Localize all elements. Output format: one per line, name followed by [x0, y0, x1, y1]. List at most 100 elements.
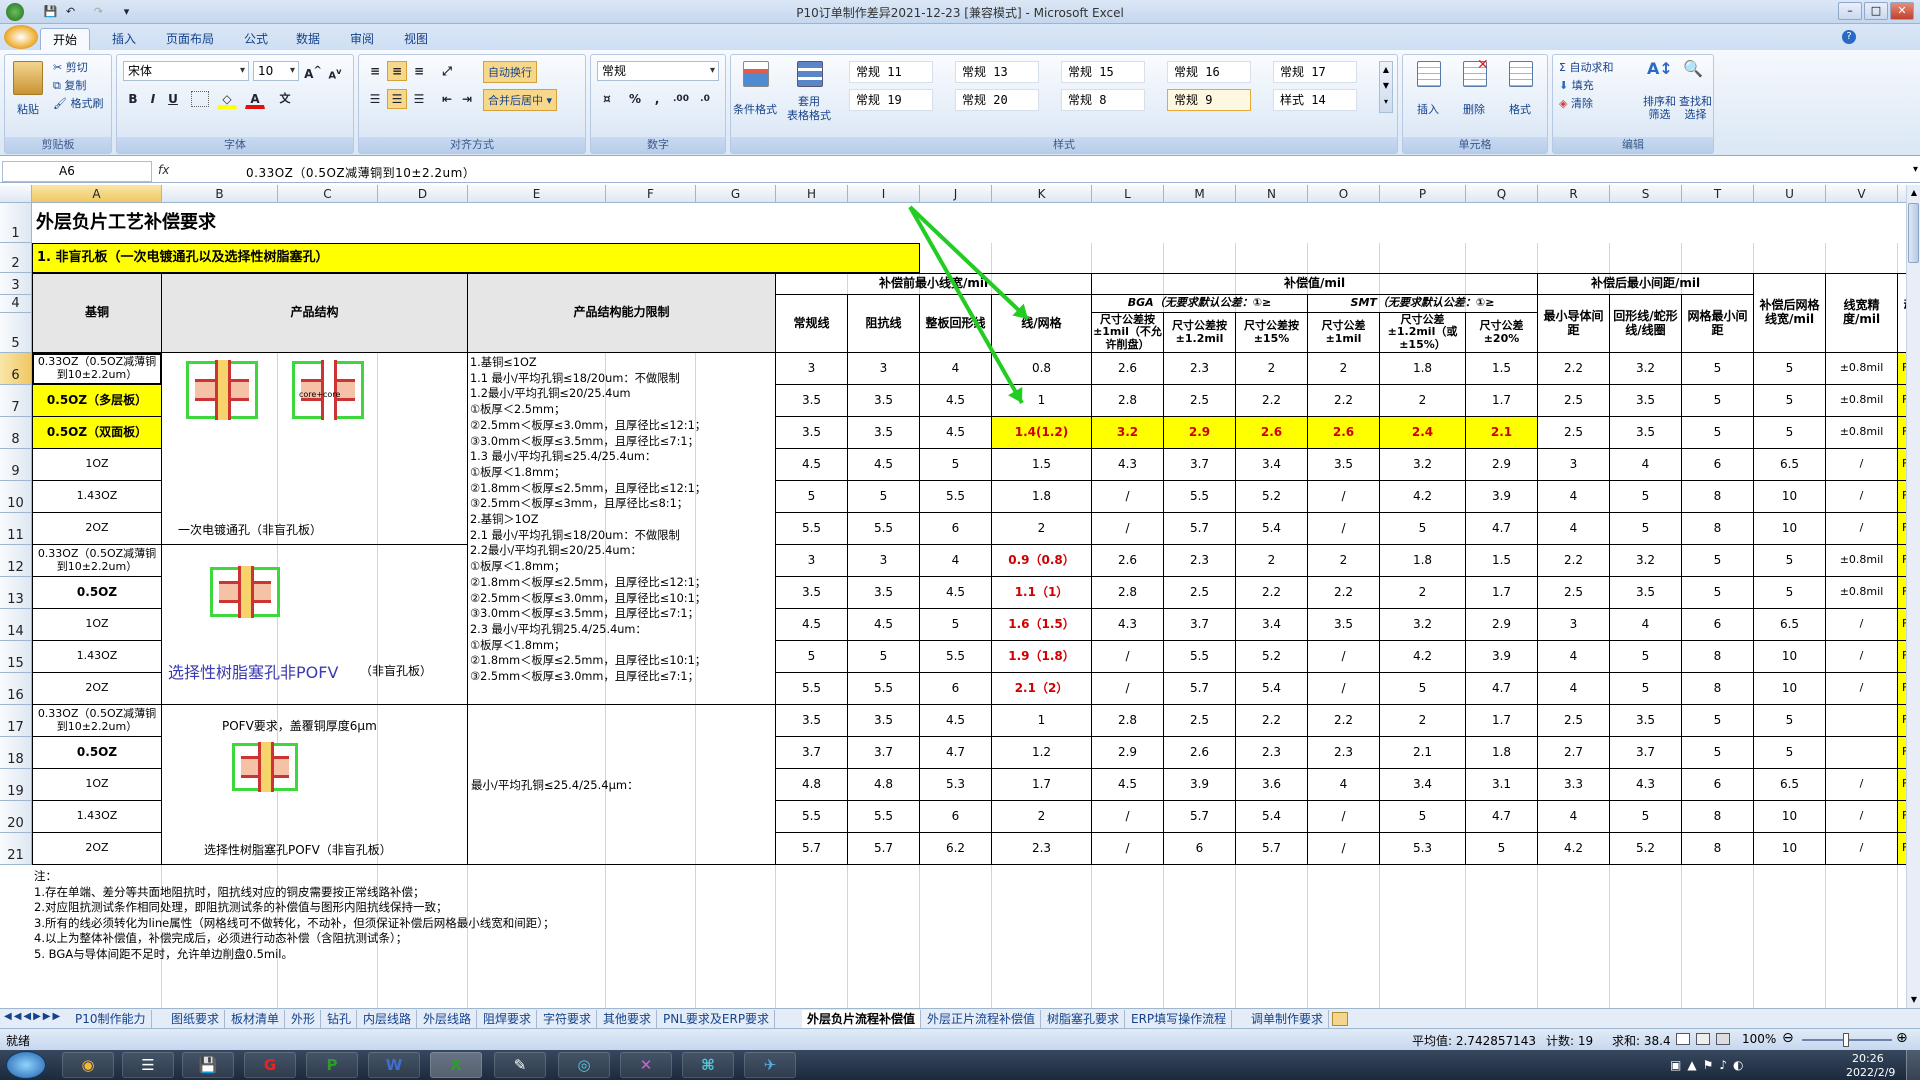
cell-v[interactable]: ±0.8mil: [1826, 577, 1898, 609]
phonetic-icon[interactable]: 文: [275, 89, 295, 109]
cell-r[interactable]: 2.7: [1538, 737, 1610, 769]
column-header[interactable]: J: [920, 185, 992, 203]
cell-m[interactable]: 2.5: [1164, 577, 1236, 609]
cell-m[interactable]: 3.7: [1164, 609, 1236, 641]
page-layout-view-icon[interactable]: [1696, 1033, 1710, 1045]
cell-q[interactable]: 3.1: [1466, 769, 1538, 801]
cell-p[interactable]: 2.1: [1380, 737, 1466, 769]
cell-j[interactable]: 5: [920, 609, 992, 641]
sheet-tab[interactable]: 树脂塞孔要求: [1042, 1010, 1126, 1028]
cell-i[interactable]: 5.5: [848, 801, 920, 833]
cell-t[interactable]: 5: [1682, 705, 1754, 737]
notepad-icon[interactable]: ☰: [122, 1052, 174, 1078]
cell-q[interactable]: 1.5: [1466, 353, 1538, 385]
styles-scroll-icon[interactable]: ▲ ▼ ▾: [1379, 61, 1393, 113]
cell-m[interactable]: 5.5: [1164, 641, 1236, 673]
cell-l[interactable]: 2.8: [1092, 577, 1164, 609]
table-format-icon[interactable]: [797, 61, 823, 87]
cell-v[interactable]: /: [1826, 481, 1898, 513]
row-header[interactable]: 4: [0, 295, 32, 313]
sheet-tab[interactable]: 其他要求: [598, 1010, 658, 1028]
cell-i[interactable]: 3.5: [848, 417, 920, 449]
header-pre-min-line[interactable]: 补偿前最小线宽/mil: [776, 273, 1092, 295]
row-header[interactable]: 16: [0, 673, 32, 705]
cell-m[interactable]: 5.7: [1164, 801, 1236, 833]
cell-o[interactable]: 3.5: [1308, 609, 1380, 641]
cell-o[interactable]: 3.5: [1308, 449, 1380, 481]
row-header[interactable]: 3: [0, 273, 32, 295]
underline-button[interactable]: U: [163, 89, 183, 109]
zoom-out-icon[interactable]: ⊖: [1782, 1030, 1794, 1046]
cell-p[interactable]: 2: [1380, 385, 1466, 417]
cell-u[interactable]: 10: [1754, 833, 1826, 865]
cell-i[interactable]: 3.7: [848, 737, 920, 769]
maximize-button[interactable]: □: [1864, 2, 1888, 20]
cell-t[interactable]: 5: [1682, 737, 1754, 769]
section-heading[interactable]: 1. 非盲孔板（一次电镀通孔以及选择性树脂塞孔）: [32, 243, 920, 273]
cell-n[interactable]: 5.4: [1236, 513, 1308, 545]
borders-icon[interactable]: [191, 91, 209, 107]
row-header[interactable]: 5: [0, 313, 32, 353]
cell-p[interactable]: 5: [1380, 513, 1466, 545]
cell-o[interactable]: /: [1308, 801, 1380, 833]
header-tol-12mil-15[interactable]: 尺寸公差±1.2mil（或±15%）: [1380, 313, 1466, 353]
pen-app-icon[interactable]: ✎: [494, 1052, 546, 1078]
cell-o[interactable]: 2.3: [1308, 737, 1380, 769]
column-header[interactable]: U: [1754, 185, 1826, 203]
cell-j[interactable]: 4.7: [920, 737, 992, 769]
cell-s[interactable]: 3.5: [1610, 385, 1682, 417]
cell-u[interactable]: 6.5: [1754, 609, 1826, 641]
sheet-tab[interactable]: 字符要求: [538, 1010, 598, 1028]
fill-button[interactable]: ⬇ 填充: [1559, 77, 1594, 93]
cell-u[interactable]: 5: [1754, 545, 1826, 577]
cell-k[interactable]: 0.8: [992, 353, 1092, 385]
cell-j[interactable]: 4.5: [920, 417, 992, 449]
cell-s[interactable]: 4.3: [1610, 769, 1682, 801]
cell-j[interactable]: 6: [920, 513, 992, 545]
cell-s[interactable]: 3.5: [1610, 705, 1682, 737]
sort-filter-icon[interactable]: A↕: [1647, 59, 1673, 83]
header-tol-12mil[interactable]: 尺寸公差按±1.2mil: [1164, 313, 1236, 353]
column-header[interactable]: E: [468, 185, 606, 203]
help-icon[interactable]: ?: [1842, 30, 1856, 44]
cell-m[interactable]: 5.7: [1164, 513, 1236, 545]
cell-h[interactable]: 4.8: [776, 769, 848, 801]
header-tol-20pct[interactable]: 尺寸公差±20%: [1466, 313, 1538, 353]
cell-j[interactable]: 4.5: [920, 577, 992, 609]
align-left-icon[interactable]: ☰: [365, 89, 385, 109]
column-header[interactable]: B: [162, 185, 278, 203]
align-middle-icon[interactable]: ≡: [387, 61, 407, 81]
row-header[interactable]: 6: [0, 353, 32, 385]
header-base-copper[interactable]: 基铜: [32, 273, 162, 353]
cell-v[interactable]: /: [1826, 833, 1898, 865]
cell-p[interactable]: 5.3: [1380, 833, 1466, 865]
cell-n[interactable]: 2.3: [1236, 737, 1308, 769]
cell-v[interactable]: [1826, 705, 1898, 737]
cell-m[interactable]: 3.7: [1164, 449, 1236, 481]
cell-l[interactable]: 2.9: [1092, 737, 1164, 769]
cell-i[interactable]: 4.5: [848, 609, 920, 641]
cell-v[interactable]: ±0.8mil: [1826, 417, 1898, 449]
percent-button[interactable]: %: [625, 89, 645, 109]
autosum-button[interactable]: Σ 自动求和: [1559, 59, 1613, 75]
vertical-scrollbar[interactable]: ▲ ▼: [1906, 185, 1920, 1008]
cell-k[interactable]: 1.4(1.2): [992, 417, 1092, 449]
cell-i[interactable]: 3.5: [848, 385, 920, 417]
column-header[interactable]: M: [1164, 185, 1236, 203]
column-header[interactable]: D: [378, 185, 468, 203]
cell-l[interactable]: /: [1092, 641, 1164, 673]
cell-t[interactable]: 8: [1682, 673, 1754, 705]
cell-t[interactable]: 5: [1682, 577, 1754, 609]
cell-o[interactable]: 2: [1308, 545, 1380, 577]
cell-q[interactable]: 1.8: [1466, 737, 1538, 769]
cell-n[interactable]: 2.6: [1236, 417, 1308, 449]
cell-n[interactable]: 3.4: [1236, 449, 1308, 481]
row-header[interactable]: 20: [0, 801, 32, 833]
cell-s[interactable]: 3.5: [1610, 577, 1682, 609]
cell-l[interactable]: 3.2: [1092, 417, 1164, 449]
base-copper-cell[interactable]: 0.33OZ（0.5OZ减薄铜到10±2.2um）: [32, 545, 162, 577]
office-button[interactable]: [4, 25, 38, 49]
cell-u[interactable]: 10: [1754, 513, 1826, 545]
cell-s[interactable]: 3.7: [1610, 737, 1682, 769]
name-box[interactable]: A6: [2, 161, 152, 182]
